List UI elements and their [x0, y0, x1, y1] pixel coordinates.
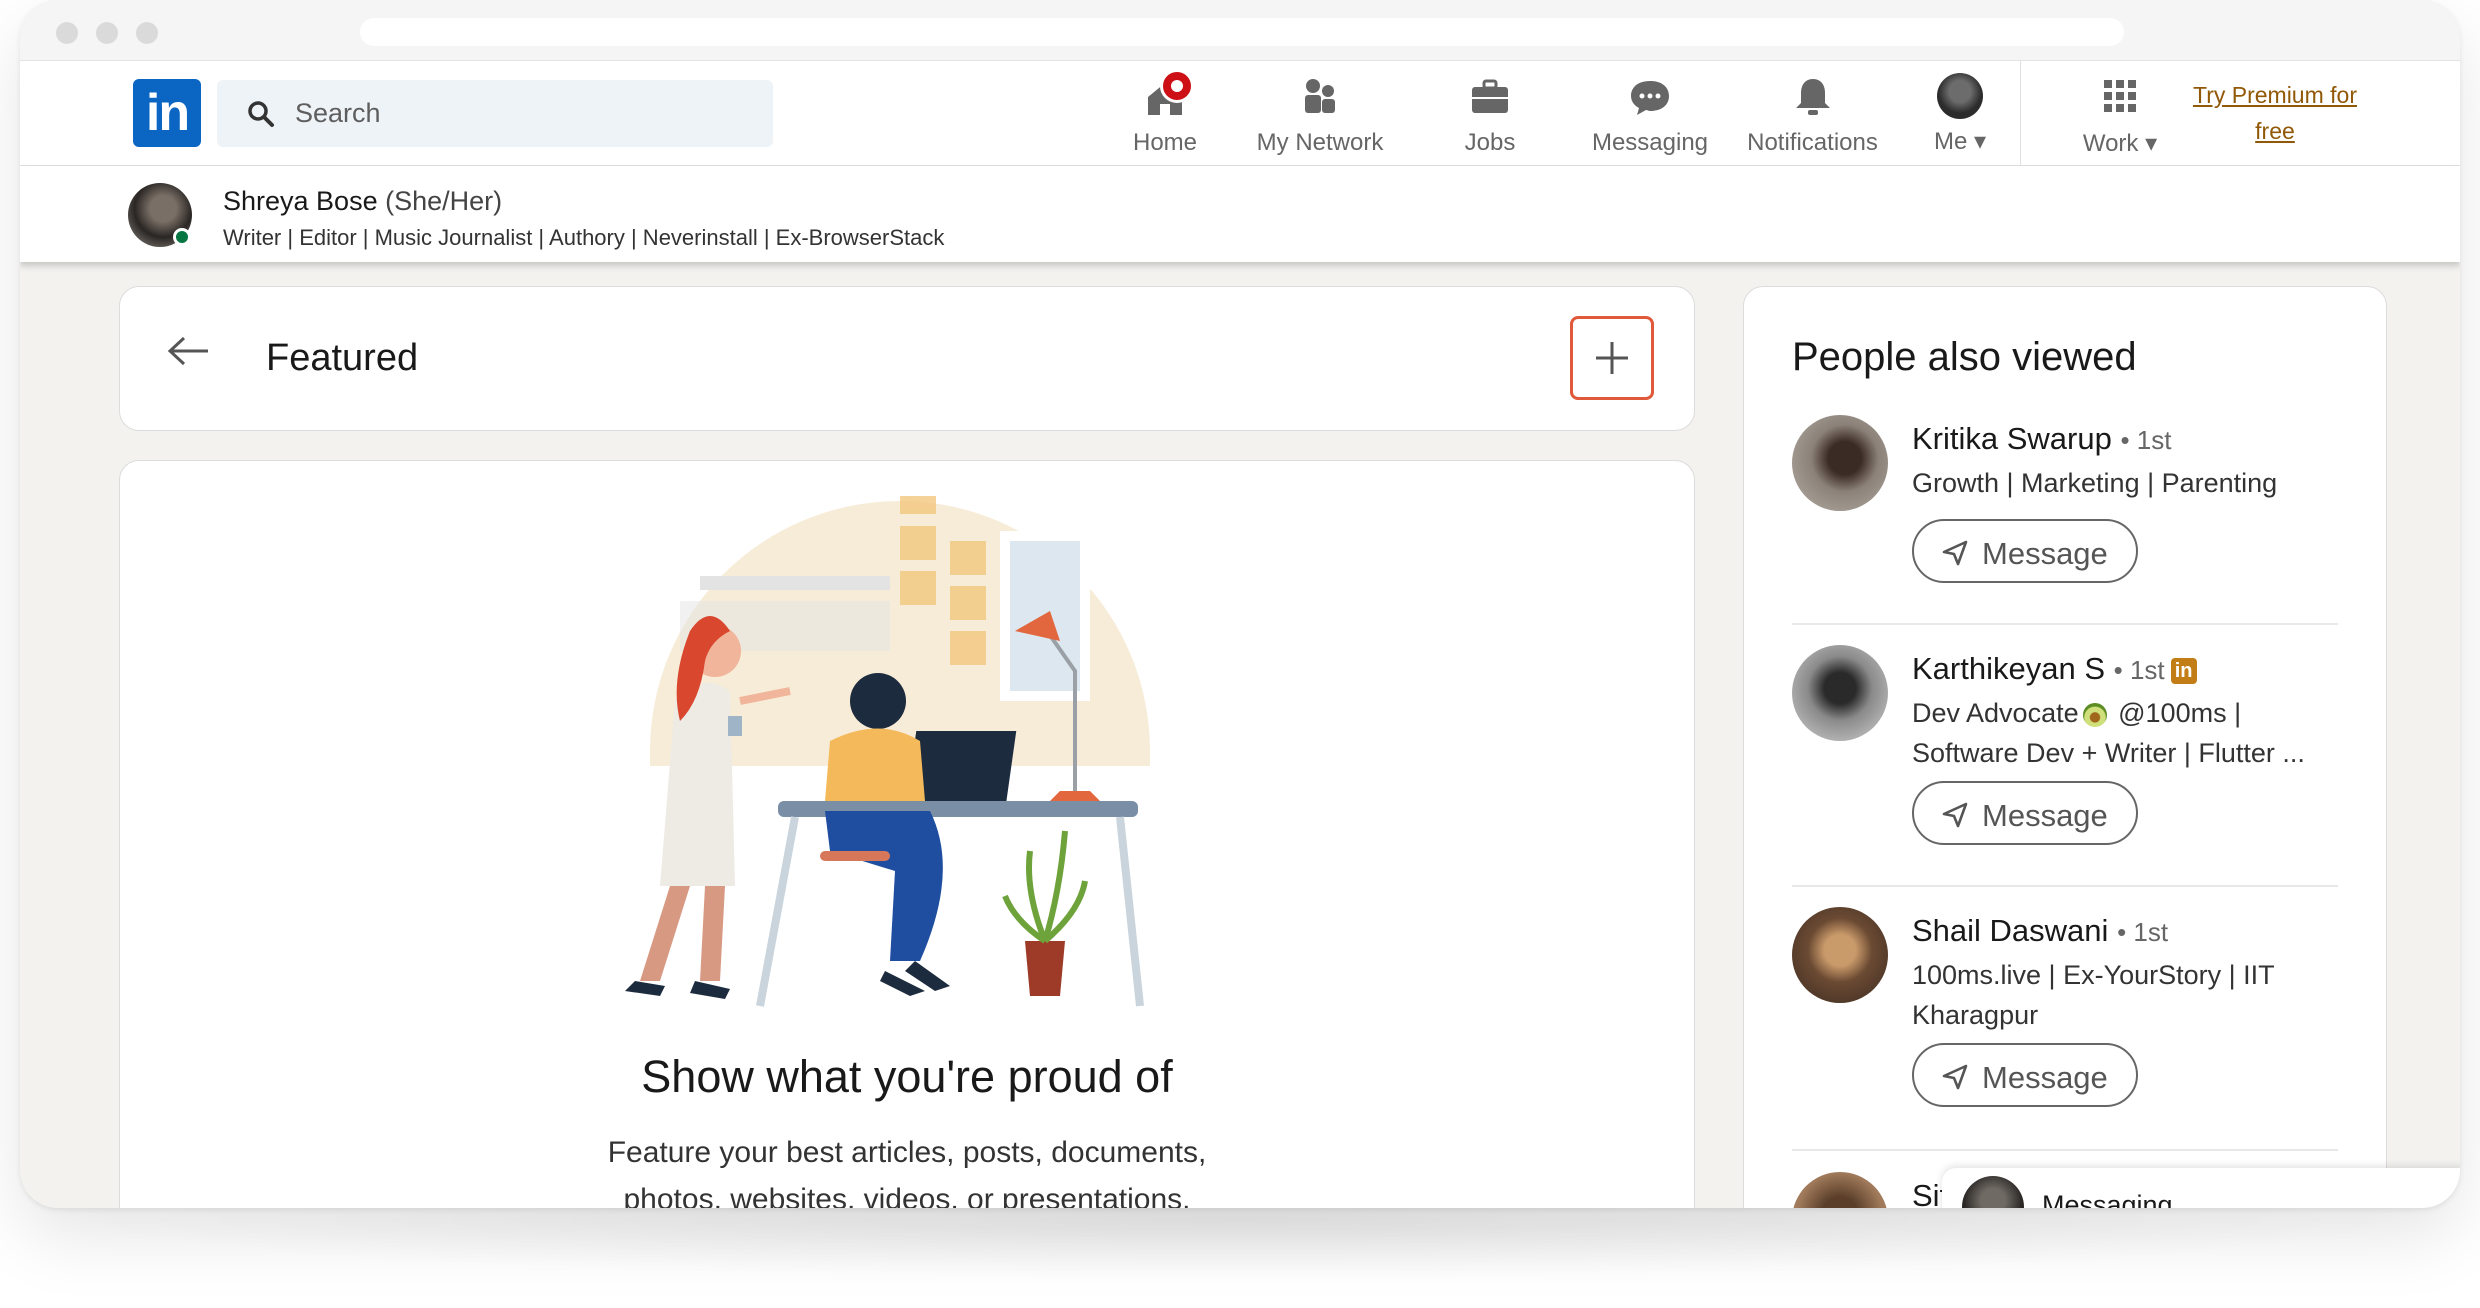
person-headline: Growth | Marketing | Parenting	[1912, 468, 2278, 498]
profile-name-text: Shreya Bose	[223, 186, 378, 216]
nav-notifications[interactable]: Notifications	[1740, 71, 1885, 161]
profile-pronouns: (She/Her)	[385, 186, 503, 216]
profile-name: Shreya Bose (She/Her)	[223, 186, 502, 217]
headline-line-2: Kharagpur	[1912, 1000, 2039, 1030]
nav-my-network-label: My Network	[1256, 129, 1384, 156]
messaging-overlay[interactable]: Messaging	[1942, 1168, 2460, 1208]
window-minimize-dot[interactable]	[96, 22, 118, 44]
person-card: Shail Daswani • 1st 100ms.live | Ex-Your…	[1792, 907, 2332, 1127]
headline-line-2: Software Dev + Writer | Flutter ...	[1912, 738, 2305, 768]
network-icon	[1305, 79, 1335, 113]
divider	[1792, 623, 2338, 625]
divider	[1792, 885, 2338, 887]
message-button-label: Message	[1982, 536, 2108, 571]
linkedin-badge-icon: in	[2170, 657, 2197, 684]
people-also-viewed-card: People also viewed Kritika Swarup • 1st …	[1743, 286, 2387, 1208]
empty-desc-line-1: Feature your best articles, posts, docum…	[607, 1136, 1207, 1169]
featured-empty-illustration	[625, 496, 1150, 1007]
featured-title: Featured	[266, 337, 419, 379]
person-avatar[interactable]	[1792, 415, 1888, 511]
messaging-avatar	[1962, 1176, 2024, 1208]
browser-chrome	[20, 0, 2460, 61]
empty-desc-line-2: photos, websites, videos, or presentatio…	[623, 1183, 1191, 1208]
send-icon	[1942, 802, 1968, 828]
top-navigation: in Home My Network	[20, 61, 2460, 166]
online-status-indicator	[173, 228, 191, 246]
bell-icon	[1795, 79, 1830, 115]
headline-part: @100ms |	[2118, 698, 2242, 728]
nav-messaging-label: Messaging	[1591, 129, 1709, 156]
person-avatar[interactable]	[1792, 1172, 1888, 1208]
nav-notifications-label: Notifications	[1747, 129, 1878, 156]
chevron-down-icon: ▾	[1973, 128, 1987, 155]
me-avatar	[1937, 73, 1983, 119]
chevron-down-icon: ▾	[2145, 130, 2158, 157]
window-close-dot[interactable]	[56, 22, 78, 44]
try-premium-link[interactable]: Try Premium for free	[2170, 77, 2380, 149]
nav-me[interactable]: Me ▾	[1920, 71, 2000, 161]
profile-headline: Writer | Editor | Music Journalist | Aut…	[223, 225, 945, 250]
person-name-text: Karthikeyan S	[1912, 651, 2105, 686]
premium-line-2: free	[2255, 118, 2295, 144]
nav-work-label: Work ▾	[2082, 130, 2158, 157]
nav-work[interactable]: Work ▾	[2070, 71, 2170, 161]
avocado-emoji-icon	[2082, 702, 2107, 727]
linkedin-logo[interactable]: in	[133, 79, 201, 147]
empty-state-description: Feature your best articles, posts, docum…	[120, 1129, 1694, 1208]
person-avatar[interactable]	[1792, 907, 1888, 1003]
nav-messaging[interactable]: Messaging	[1585, 71, 1715, 161]
notification-badge	[1160, 69, 1194, 103]
nav-divider	[2020, 61, 2021, 166]
nav-jobs[interactable]: Jobs	[1440, 71, 1540, 161]
connection-degree: • 1st	[2113, 655, 2165, 685]
person-name-text: Kritika Swarup	[1912, 421, 2112, 456]
headline-line-1: 100ms.live | Ex-YourStory | IIT	[1912, 960, 2275, 990]
send-icon	[1942, 1064, 1968, 1090]
message-button[interactable]: Message	[1912, 1043, 2138, 1107]
messaging-icon	[1631, 81, 1669, 115]
nav-my-network[interactable]: My Network	[1245, 71, 1395, 161]
person-name-text: Shail Daswani	[1912, 913, 2109, 948]
plus-icon	[1596, 342, 1628, 374]
people-also-viewed-title: People also viewed	[1792, 335, 2137, 379]
search-input[interactable]	[295, 90, 745, 136]
divider	[1792, 1149, 2338, 1151]
nav-jobs-label: Jobs	[1464, 129, 1516, 156]
nav-me-label: Me ▾	[1933, 128, 1987, 155]
sticky-profile-bar: Shreya Bose (She/Her) Writer | Editor | …	[20, 166, 2460, 262]
featured-empty-card: Show what you're proud of Feature your b…	[119, 460, 1695, 1208]
window-maximize-dot[interactable]	[136, 22, 158, 44]
person-name[interactable]: Kritika Swarup • 1st	[1912, 421, 2172, 457]
search-box[interactable]	[217, 80, 773, 147]
person-name[interactable]: Karthikeyan S • 1st in	[1912, 651, 2197, 687]
nav-home-label: Home	[1132, 129, 1198, 156]
messaging-overlay-label: Messaging	[2042, 1190, 2173, 1208]
featured-header-card: Featured	[119, 286, 1695, 431]
send-icon	[1942, 540, 1968, 566]
message-button-label: Message	[1982, 1060, 2108, 1095]
person-card: Karthikeyan S • 1st in Dev Advocate @100m…	[1792, 645, 2332, 865]
person-name[interactable]: Shail Daswani • 1st	[1912, 913, 2168, 949]
message-button[interactable]: Message	[1912, 519, 2138, 583]
connection-degree: • 1st	[2117, 917, 2169, 947]
person-card: Kritika Swarup • 1st Growth | Marketing …	[1792, 415, 2332, 615]
premium-line-1: Try Premium for	[2193, 82, 2357, 108]
address-bar[interactable]	[360, 18, 2124, 46]
message-button[interactable]: Message	[1912, 781, 2138, 845]
briefcase-icon	[1472, 79, 1508, 113]
grid-icon	[2104, 80, 2136, 112]
connection-degree: • 1st	[2120, 425, 2172, 455]
empty-state-title: Show what you're proud of	[641, 1051, 1173, 1102]
headline-part: Dev Advocate	[1912, 698, 2079, 728]
person-headline: Dev Advocate @100ms | Software Dev + Wri…	[1912, 693, 2342, 773]
browser-window: in Home My Network	[20, 0, 2460, 1208]
add-featured-button[interactable]	[1570, 316, 1654, 400]
person-headline: 100ms.live | Ex-YourStory | IIT Kharagpu…	[1912, 955, 2342, 1035]
person-avatar[interactable]	[1792, 645, 1888, 741]
search-icon	[248, 101, 274, 127]
back-arrow-icon[interactable]	[166, 335, 210, 367]
message-button-label: Message	[1982, 798, 2108, 833]
